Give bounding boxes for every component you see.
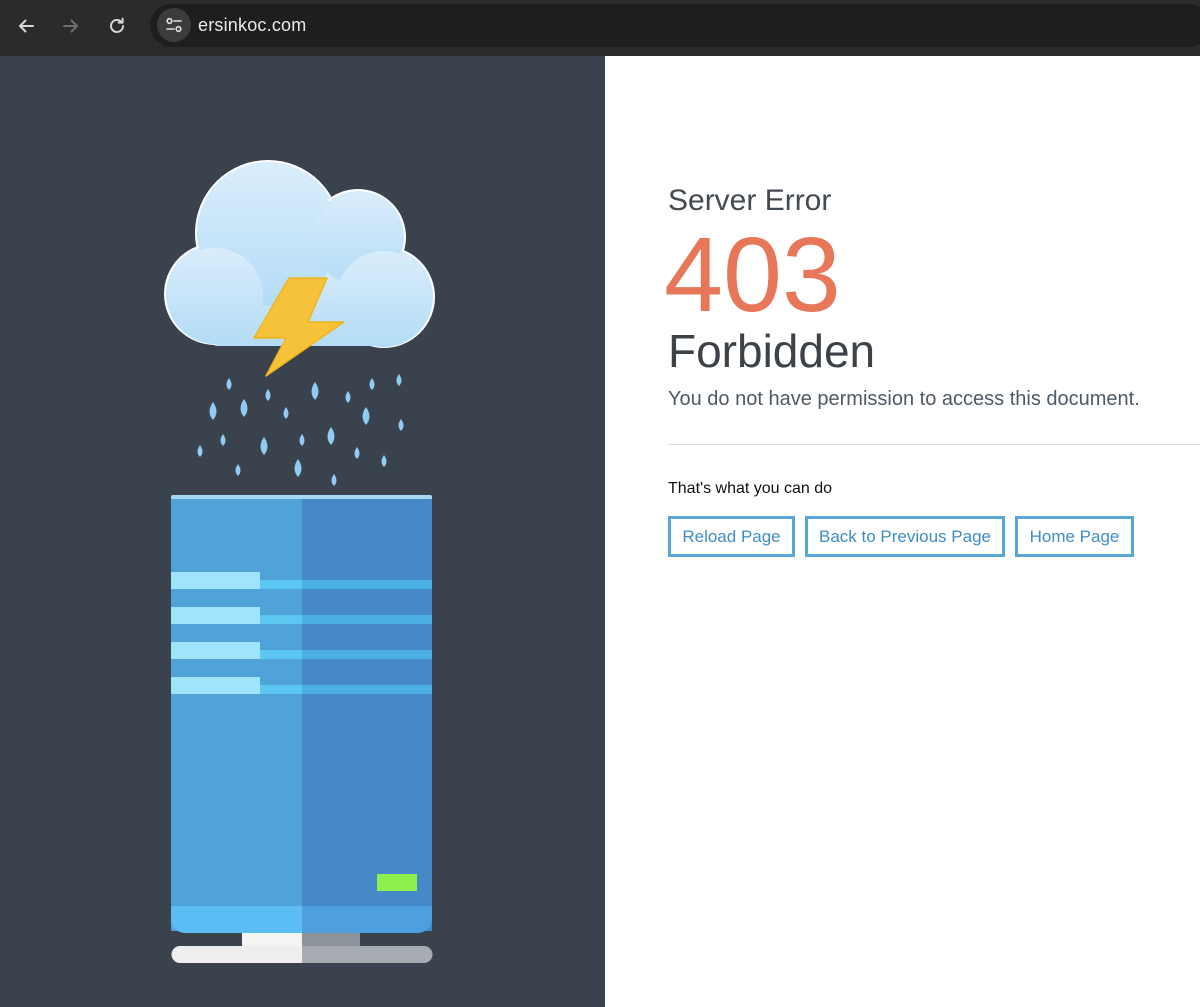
address-bar[interactable]: ersinkoc.com (150, 4, 1200, 47)
error-code: 403 (664, 216, 841, 334)
reload-button[interactable] (99, 8, 135, 44)
forward-arrow-icon (63, 19, 78, 33)
browser-toolbar: ersinkoc.com (0, 0, 1200, 56)
rain-drops (197, 374, 404, 486)
site-info-button[interactable] (157, 8, 191, 42)
illustration-panel (0, 56, 605, 1007)
divider (668, 444, 1200, 445)
error-title: Forbidden (668, 325, 876, 377)
site-info-icon (166, 17, 182, 33)
back-button[interactable] (8, 8, 44, 44)
error-heading: Server Error (668, 184, 832, 217)
server-storm-illustration (164, 160, 435, 963)
reload-page-button[interactable]: Reload Page (668, 516, 795, 557)
error-message: You do not have permission to access thi… (668, 388, 1140, 410)
back-arrow-icon (19, 19, 34, 33)
status-led (377, 874, 417, 891)
url-text[interactable]: ersinkoc.com (198, 15, 306, 36)
actions-label: That's what you can do (668, 480, 833, 497)
server-icon (171, 495, 433, 963)
forward-button[interactable] (53, 8, 89, 44)
back-to-previous-page-button[interactable]: Back to Previous Page (805, 516, 1005, 557)
home-page-button[interactable]: Home Page (1015, 516, 1134, 557)
reload-icon (110, 17, 124, 33)
